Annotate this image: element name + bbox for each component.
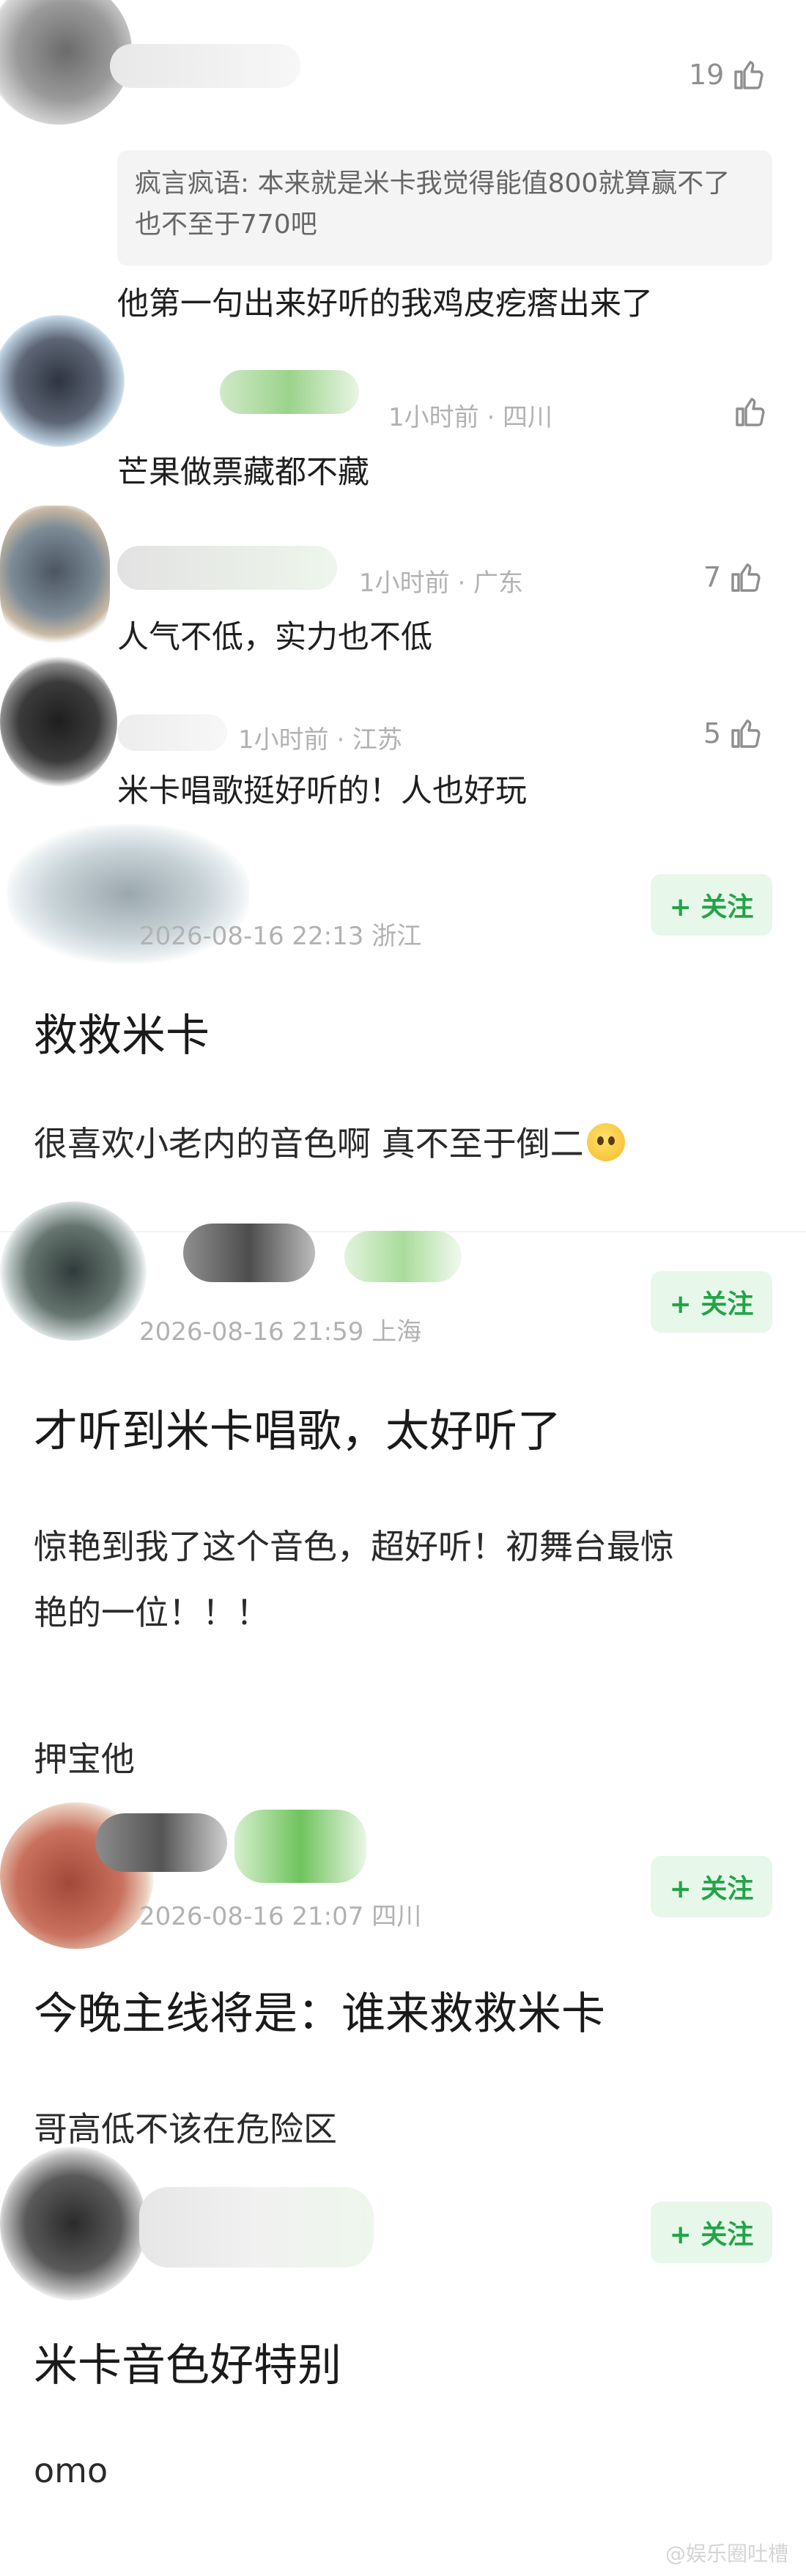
post-meta: 2026-08-16 21:59 上海: [139, 1317, 422, 1347]
post-body: omo: [34, 2451, 108, 2490]
post-meta: 2026-08-16 22:13 浙江: [139, 922, 422, 951]
avatar[interactable]: [0, 506, 110, 652]
username-badge: [234, 1810, 366, 1883]
like-button[interactable]: 7: [703, 560, 764, 595]
comment-text: 人气不低，实力也不低: [117, 619, 432, 656]
follow-button[interactable]: + 关注: [651, 874, 772, 936]
like-button[interactable]: [733, 394, 768, 429]
comment-text: 他第一句出来好听的我鸡皮疙瘩出来了: [117, 286, 653, 322]
username[interactable]: [117, 714, 227, 751]
post-body: 押宝他: [34, 1739, 135, 1779]
thumbs-up-icon: [731, 719, 761, 748]
watermark: @娱乐圈吐槽: [665, 2542, 788, 2566]
username[interactable]: [117, 546, 337, 590]
pleading-face-icon: [586, 1123, 625, 1161]
post-title: 才听到米卡唱歌，太好听了: [34, 1406, 561, 1457]
like-button[interactable]: 5: [703, 716, 764, 751]
like-count: 5: [703, 717, 722, 750]
like-count: 19: [689, 59, 725, 91]
post-body-text: 很喜欢小老内的音色啊 真不至于倒二: [34, 1124, 584, 1163]
post-body: 艳的一位！！！: [34, 1593, 270, 1632]
post-title: 米卡音色好特别: [34, 2340, 341, 2391]
post-body: 很喜欢小老内的音色啊 真不至于倒二: [34, 1117, 625, 1166]
username[interactable]: [183, 1224, 315, 1282]
follow-button[interactable]: + 关注: [651, 1856, 772, 1917]
thumbs-up-icon: [736, 398, 765, 426]
reply-quote[interactable]: 疯言疯语: 本来就是米卡我觉得能值800就算赢不了也不至于770吧: [117, 150, 772, 266]
avatar[interactable]: [0, 315, 125, 447]
post-meta: 2026-08-16 21:07 四川: [139, 1902, 422, 1931]
avatar[interactable]: [0, 656, 117, 788]
thumbs-up-icon: [734, 61, 764, 89]
post-body: 哥高低不该在危险区: [34, 2109, 337, 2149]
avatar[interactable]: [0, 1202, 147, 1341]
comment-meta: 1小时前 · 四川: [388, 403, 553, 432]
follow-button[interactable]: + 关注: [651, 1271, 772, 1333]
username[interactable]: [220, 370, 359, 414]
username[interactable]: [110, 44, 300, 88]
username-badge: [344, 1231, 462, 1282]
comment-meta: 1小时前 · 广东: [359, 569, 524, 598]
avatar[interactable]: [0, 2147, 147, 2301]
comment-meta: 1小时前 · 江苏: [238, 725, 403, 755]
comment-text: 米卡唱歌挺好听的！人也好玩: [117, 773, 527, 810]
username[interactable]: [95, 1813, 227, 1872]
post-title: 救救米卡: [34, 1010, 210, 1062]
username[interactable]: [139, 2187, 374, 2268]
comment-text: 芒果做票藏都不藏: [117, 454, 369, 491]
post-title: 今晚主线将是：谁来救救米卡: [34, 1988, 605, 2040]
thumbs-up-icon: [731, 563, 761, 592]
like-count: 7: [703, 561, 722, 593]
like-button[interactable]: 19: [689, 57, 766, 92]
follow-button[interactable]: + 关注: [651, 2202, 772, 2263]
post-body: 惊艳到我了这个音色，超好听！初舞台最惊: [34, 1527, 674, 1566]
